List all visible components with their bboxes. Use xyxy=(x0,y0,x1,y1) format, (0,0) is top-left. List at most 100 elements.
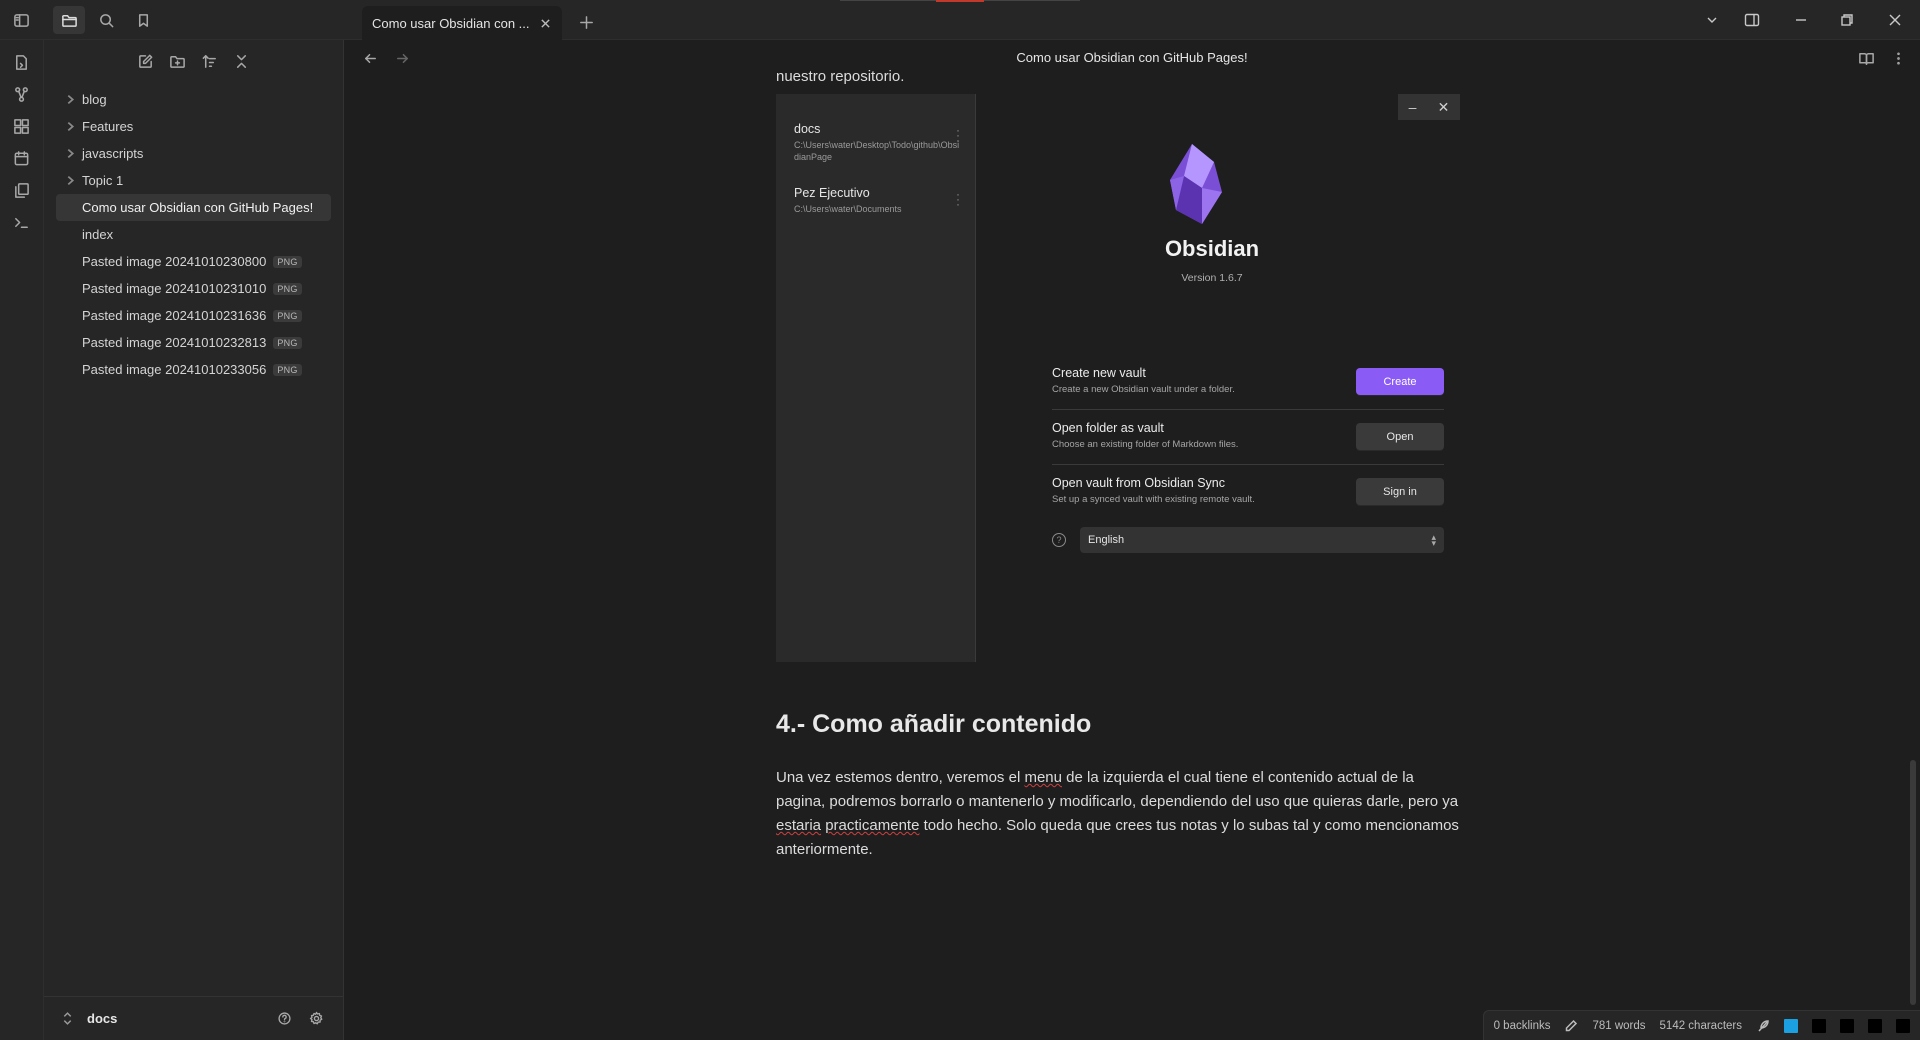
more-options-icon[interactable] xyxy=(1882,44,1914,72)
file-pasted-image-4[interactable]: Pasted image 20241010232813 PNG xyxy=(56,329,331,356)
option-description: Create a new Obsidian vault under a fold… xyxy=(1052,384,1235,395)
close-tab-icon[interactable] xyxy=(536,14,554,32)
edit-pencil-icon[interactable] xyxy=(1564,1019,1578,1033)
option-title: Open folder as vault xyxy=(1052,421,1164,435)
vault-entry-docs: docs C:\Users\water\Desktop\Todo\github\… xyxy=(794,122,974,163)
dialog-close-icon: ✕ xyxy=(1437,98,1450,115)
restore-icon[interactable] xyxy=(1824,0,1870,40)
graph-view-icon[interactable] xyxy=(6,80,38,108)
search-icon[interactable] xyxy=(90,6,122,34)
new-folder-icon[interactable] xyxy=(162,47,194,75)
app-name: Obsidian xyxy=(1164,236,1260,261)
folder-features[interactable]: Features xyxy=(56,113,331,140)
misspelled-word: menu xyxy=(1024,769,1062,786)
option-open-folder: Open folder as vault Choose an existing … xyxy=(1052,411,1444,465)
tab-active-note[interactable]: Como usar Obsidian con ... xyxy=(362,6,562,40)
color-swatch[interactable] xyxy=(1896,1018,1910,1033)
vault-more-icon: · · · xyxy=(956,187,960,211)
language-row: ? English ▴ ▾ xyxy=(1052,525,1444,555)
intro-text: nuestro repositorio. xyxy=(776,68,905,85)
chevron-right-icon xyxy=(62,175,78,186)
folder-topic-1[interactable]: Topic 1 xyxy=(56,167,331,194)
minimize-icon[interactable] xyxy=(1778,0,1824,40)
create-button: Create xyxy=(1356,368,1444,395)
vault-name: docs xyxy=(87,1011,118,1026)
word-count: 781 words xyxy=(1592,1019,1646,1032)
color-swatch[interactable] xyxy=(1812,1018,1826,1033)
vault-more-icon: · · · xyxy=(956,123,960,147)
option-title: Create new vault xyxy=(1052,366,1146,380)
dialog-minimize-icon: – xyxy=(1408,99,1417,115)
option-title: Open vault from Obsidian Sync xyxy=(1052,476,1225,490)
collapse-all-icon[interactable] xyxy=(226,47,258,75)
language-help-icon: ? xyxy=(1052,533,1066,547)
folder-blog[interactable]: blog xyxy=(56,86,331,113)
vault-switcher[interactable]: docs xyxy=(60,1011,268,1026)
editor-pane: Como usar Obsidian con GitHub Pages! nue… xyxy=(344,40,1920,1040)
sort-icon[interactable] xyxy=(194,47,226,75)
chevron-right-icon xyxy=(62,148,78,159)
reading-view-book-icon[interactable] xyxy=(1850,44,1882,72)
file-type-badge: PNG xyxy=(273,336,302,349)
top-accent-line xyxy=(936,0,984,2)
status-bar: 0 backlinks 781 words 5142 characters xyxy=(1482,1010,1920,1040)
tree-item-label: Pasted image 20241010230800 xyxy=(82,254,267,269)
tree-item-label: Pasted image 20241010231636 xyxy=(82,308,267,323)
folder-javascripts[interactable]: javascripts xyxy=(56,140,331,167)
color-swatch[interactable] xyxy=(1868,1018,1882,1033)
tab-list-chevron-icon[interactable] xyxy=(1692,0,1732,40)
canvas-icon[interactable] xyxy=(6,112,38,140)
chevron-right-icon xyxy=(62,94,78,105)
tab-title: Como usar Obsidian con ... xyxy=(372,15,530,31)
file-pasted-image-3[interactable]: Pasted image 20241010231636 PNG xyxy=(56,302,331,329)
files-folder-icon[interactable] xyxy=(53,6,85,34)
file-pasted-image-2[interactable]: Pasted image 20241010231010 PNG xyxy=(56,275,331,302)
option-obsidian-sync: Open vault from Obsidian Sync Set up a s… xyxy=(1052,466,1444,520)
vault-bar: docs xyxy=(44,996,344,1040)
file-como-usar-obsidian[interactable]: Como usar Obsidian con GitHub Pages! xyxy=(56,194,331,221)
settings-gear-icon[interactable] xyxy=(300,1005,332,1033)
color-swatch[interactable] xyxy=(1840,1018,1854,1033)
file-index[interactable]: index xyxy=(56,221,331,248)
tree-item-label: blog xyxy=(82,92,107,107)
view-actions xyxy=(1850,44,1914,72)
help-icon[interactable] xyxy=(268,1005,300,1033)
option-create-vault: Create new vault Create a new Obsidian v… xyxy=(1052,356,1444,410)
bookmark-icon[interactable] xyxy=(127,6,159,34)
scrollbar[interactable] xyxy=(1910,760,1916,1005)
daily-note-calendar-icon[interactable] xyxy=(6,144,38,172)
command-palette-icon[interactable] xyxy=(6,208,38,236)
sync-feather-icon[interactable] xyxy=(1756,1019,1770,1033)
vault-entry-path: C:\Users\water\Documents xyxy=(794,204,902,214)
color-swatch[interactable] xyxy=(1784,1018,1798,1033)
file-pasted-image-5[interactable]: Pasted image 20241010233056 PNG xyxy=(56,356,331,383)
view-header: Como usar Obsidian con GitHub Pages! xyxy=(344,40,1920,76)
templates-copy-icon[interactable] xyxy=(6,176,38,204)
tree-item-label: Pasted image 20241010231010 xyxy=(82,281,267,296)
body-paragraph: Una vez estemos dentro, veremos el menu … xyxy=(776,769,1459,858)
misspelled-word: practicamente xyxy=(825,817,920,834)
section-heading: 4.- Como añadir contenido xyxy=(776,710,1092,738)
file-type-badge: PNG xyxy=(273,255,302,268)
open-quick-switcher-icon[interactable] xyxy=(6,48,38,76)
new-tab-icon[interactable] xyxy=(570,8,602,36)
file-type-badge: PNG xyxy=(273,363,302,376)
option-description: Set up a synced vault with existing remo… xyxy=(1052,494,1255,505)
new-note-icon[interactable] xyxy=(130,47,162,75)
close-window-icon[interactable] xyxy=(1870,0,1920,40)
misspelled-word: estaria xyxy=(776,817,822,834)
open-button: Open xyxy=(1356,423,1444,450)
view-title[interactable]: Como usar Obsidian con GitHub Pages! xyxy=(344,50,1920,65)
window-controls xyxy=(1692,0,1920,40)
obsidian-window: Como usar Obsidian con ... blog Features… xyxy=(0,0,1920,1040)
file-pasted-image-1[interactable]: Pasted image 20241010230800 PNG xyxy=(56,248,331,275)
tree-item-label: Como usar Obsidian con GitHub Pages! xyxy=(82,200,314,215)
app-version: Version 1.6.7 xyxy=(1181,272,1243,284)
toggle-sidebar-icon[interactable] xyxy=(5,6,37,34)
character-count: 5142 characters xyxy=(1659,1019,1742,1032)
chevron-right-icon xyxy=(62,121,78,132)
select-arrows-icon: ▴ ▾ xyxy=(1431,532,1436,548)
toggle-right-sidebar-icon[interactable] xyxy=(1732,0,1772,40)
title-bar: Como usar Obsidian con ... xyxy=(0,0,1920,40)
backlinks-count[interactable]: 0 backlinks xyxy=(1494,1020,1551,1032)
